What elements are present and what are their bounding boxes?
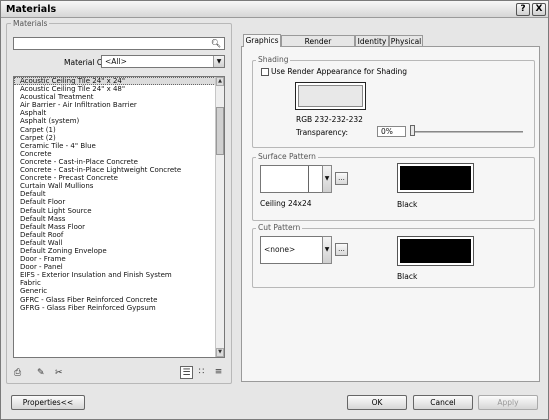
surface-pattern-color-swatch[interactable] [397, 163, 474, 193]
cut-pattern-dropdown-icon[interactable]: ▼ [322, 236, 332, 264]
material-list-item[interactable]: Default Light Source [14, 207, 224, 215]
material-list-item[interactable]: GFRC - Glass Fiber Reinforced Concrete [14, 296, 224, 304]
material-list-item[interactable]: Door - Panel [14, 263, 224, 271]
material-list-item[interactable]: Ceramic Tile - 4" Blue [14, 142, 224, 150]
title-bar: Materials ? X [1, 1, 548, 18]
shading-color-swatch[interactable] [295, 82, 366, 110]
transparency-slider-track[interactable] [411, 131, 523, 133]
materials-list-items: Acoustic Ceiling Tile 24" x 24" Acoustic … [14, 77, 224, 312]
material-list-item[interactable]: Generic [14, 287, 224, 295]
material-list-item[interactable]: Concrete - Precast Concrete [14, 174, 224, 182]
search-icon[interactable]: 🔍︎ [211, 39, 221, 48]
list-view-icon[interactable]: ☰ [180, 366, 193, 379]
material-list-item[interactable]: Asphalt (system) [14, 117, 224, 125]
surface-pattern-more-button[interactable]: ... [335, 172, 348, 185]
scroll-up-icon[interactable]: ▲ [216, 77, 224, 86]
properties-toggle-button[interactable]: Properties<< [11, 395, 85, 410]
transparency-label: Transparency: [296, 128, 349, 137]
apply-button[interactable]: Apply [478, 395, 538, 410]
rename-material-icon[interactable]: ✎ [37, 368, 45, 378]
materials-scrollbar[interactable]: ▲ ▼ [215, 77, 224, 357]
shading-rgb-text: RGB 232-232-232 [296, 115, 363, 124]
tab-graphics[interactable]: Graphics [243, 34, 281, 47]
material-list-item[interactable]: EIFS - Exterior Insulation and Finish Sy… [14, 271, 224, 279]
material-list-item[interactable]: Default Zoning Envelope [14, 247, 224, 255]
shading-group-label: Shading [256, 55, 291, 64]
material-list-item[interactable]: Concrete [14, 150, 224, 158]
material-list-item[interactable]: Concrete - Cast-in-Place Lightweight Con… [14, 166, 224, 174]
material-list-item[interactable]: Default Mass [14, 215, 224, 223]
detail-view-icon[interactable]: ≡ [212, 366, 225, 379]
help-button[interactable]: ? [516, 3, 530, 16]
cut-pattern-color-swatch[interactable] [397, 236, 474, 266]
scroll-thumb[interactable] [216, 107, 224, 155]
render-appearance-checkbox[interactable] [261, 68, 269, 76]
materials-list[interactable]: Acoustic Ceiling Tile 24" x 24" Acoustic … [13, 76, 225, 358]
cut-pattern-group-label: Cut Pattern [256, 223, 303, 232]
material-list-item[interactable]: Carpet (1) [14, 126, 224, 134]
material-list-item[interactable]: Carpet (2) [14, 134, 224, 142]
material-list-item[interactable]: Acoustic Ceiling Tile 24" x 48" [14, 85, 224, 93]
delete-material-icon[interactable]: ✂ [55, 368, 63, 378]
material-list-item[interactable]: Acoustic Ceiling Tile 24" x 24" [14, 77, 224, 86]
duplicate-material-icon[interactable]: ⎙ [14, 368, 21, 378]
cut-pattern-value: <none> [264, 245, 296, 254]
material-list-item[interactable]: Air Barrier - Air Infiltration Barrier [14, 101, 224, 109]
material-list-item[interactable]: Curtain Wall Mullions [14, 182, 224, 190]
material-list-item[interactable]: Default Floor [14, 198, 224, 206]
surface-pattern-group-label: Surface Pattern [256, 152, 318, 161]
material-list-item[interactable]: Acoustical Treatment [14, 93, 224, 101]
surface-pattern-dropdown-icon[interactable]: ▼ [322, 165, 332, 193]
material-list-item[interactable]: Asphalt [14, 109, 224, 117]
transparency-slider-thumb[interactable] [410, 125, 415, 136]
material-list-item[interactable]: Default Roof [14, 231, 224, 239]
scroll-down-icon[interactable]: ▼ [216, 348, 224, 357]
cancel-button[interactable]: Cancel [413, 395, 473, 410]
material-list-item[interactable]: Default Mass Floor [14, 223, 224, 231]
thumbnail-view-icon[interactable]: ∷ [195, 366, 208, 379]
material-class-value: <All> [105, 57, 127, 66]
cut-pattern-more-button[interactable]: ... [335, 243, 348, 256]
surface-pattern-name: Ceiling 24x24 [260, 199, 312, 208]
material-list-item[interactable]: Concrete - Cast-in-Place Concrete [14, 158, 224, 166]
transparency-input[interactable]: 0% [377, 126, 406, 137]
close-button[interactable]: X [532, 3, 546, 16]
material-list-item[interactable]: Fabric [14, 279, 224, 287]
ok-button[interactable]: OK [347, 395, 407, 410]
search-input[interactable]: 🔍︎ [13, 37, 225, 50]
material-list-item[interactable]: Default Wall [14, 239, 224, 247]
cut-pattern-color-name: Black [397, 272, 418, 281]
dialog-title: Materials [6, 4, 57, 15]
render-appearance-checkbox-label: Use Render Appearance for Shading [271, 67, 408, 76]
chevron-down-icon[interactable]: ▼ [213, 56, 224, 67]
material-list-item[interactable]: Default [14, 190, 224, 198]
surface-pattern-preview-divider [308, 166, 309, 192]
materials-group-label: Materials [11, 19, 50, 28]
material-class-select[interactable]: <All> ▼ [101, 55, 225, 68]
surface-pattern-color-name: Black [397, 200, 418, 209]
material-list-item[interactable]: Door - Frame [14, 255, 224, 263]
material-list-item[interactable]: GFRG - Glass Fiber Reinforced Gypsum [14, 304, 224, 312]
